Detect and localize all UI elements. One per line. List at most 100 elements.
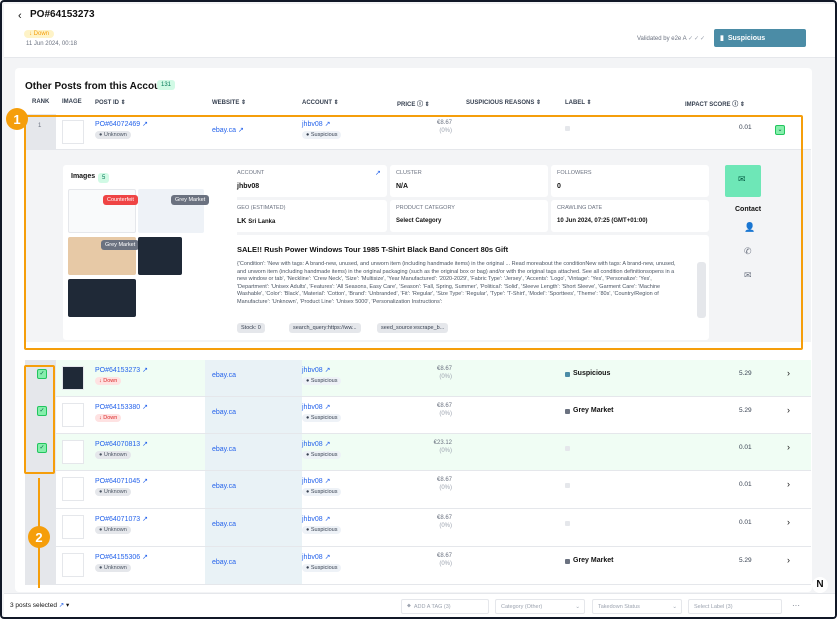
account-badge: ● Suspicious bbox=[302, 377, 342, 385]
label-select[interactable]: Select Label (3) bbox=[688, 599, 782, 614]
website-link[interactable]: ebay.ca bbox=[212, 446, 236, 453]
chevron-right-icon[interactable]: › bbox=[787, 517, 790, 527]
page-title: PO#64153273 bbox=[30, 9, 95, 20]
table-row[interactable]: ✓ PO#64070813 ↗ ● Unknown ebay.ca jhbv08… bbox=[25, 434, 811, 471]
website-link[interactable]: ebay.ca bbox=[212, 372, 236, 379]
account-link[interactable]: jhbv08 ↗ bbox=[302, 403, 330, 411]
post-thumbnail[interactable] bbox=[62, 553, 84, 577]
col-rank: RANK bbox=[32, 99, 50, 105]
account-link[interactable]: jhbv08 ↗ bbox=[302, 366, 330, 374]
post-id-link[interactable]: PO#64071073 ↗ bbox=[95, 515, 148, 523]
col-website[interactable]: WEBSITE ⇕ bbox=[212, 99, 246, 106]
label-dot bbox=[565, 372, 570, 377]
col-suspicious-reasons[interactable]: SUSPICIOUS REASONS ⇕ bbox=[466, 99, 541, 106]
post-id-link[interactable]: PO#64071045 ↗ bbox=[95, 477, 148, 485]
status-badge: ● Unknown bbox=[95, 564, 131, 572]
price: €8.67 bbox=[436, 403, 452, 409]
impact-score: 5.29 bbox=[739, 407, 752, 414]
page-header: ‹ PO#64153273 ↓ Down 11 Jun 2024, 00:18 … bbox=[4, 4, 835, 58]
post-id-link[interactable]: PO#64155306 ↗ bbox=[95, 553, 148, 561]
account-badge: ● Suspicious bbox=[302, 451, 342, 459]
label-dot bbox=[565, 483, 570, 488]
status-badge: ↓ Down bbox=[95, 377, 122, 385]
more-icon[interactable]: ··· bbox=[792, 601, 800, 610]
suspicious-button[interactable]: ▮ Suspicious bbox=[714, 29, 806, 47]
impact-score: 5.29 bbox=[739, 557, 752, 564]
validated-text: Validated by e2e A ✓✓✓ bbox=[637, 36, 707, 42]
post-thumbnail[interactable] bbox=[62, 440, 84, 464]
annotation-box-2 bbox=[24, 365, 55, 474]
account-link[interactable]: jhbv08 ↗ bbox=[302, 477, 330, 485]
post-id-link[interactable]: PO#64070813 ↗ bbox=[95, 440, 148, 448]
post-id-link[interactable]: PO#64153380 ↗ bbox=[95, 403, 148, 411]
label-text: Grey Market bbox=[573, 407, 614, 414]
category-select[interactable]: Category (Other) ⌄ bbox=[495, 599, 585, 614]
website-link[interactable]: ebay.ca bbox=[212, 559, 236, 566]
price: €8.67 bbox=[436, 553, 452, 559]
post-date: 11 Jun 2024, 00:18 bbox=[26, 41, 77, 47]
table-row[interactable]: PO#64071073 ↗ ● Unknown ebay.ca jhbv08 ↗… bbox=[25, 509, 811, 547]
annotation-number-1: 1 bbox=[6, 108, 28, 130]
status-badge: ● Unknown bbox=[95, 451, 131, 459]
chevron-right-icon[interactable]: › bbox=[787, 479, 790, 489]
takedown-select[interactable]: Takedown Status ⌄ bbox=[592, 599, 682, 614]
col-label[interactable]: LABEL ⇕ bbox=[565, 99, 592, 106]
doc-icon: ▮ bbox=[720, 35, 724, 42]
account-badge: ● Suspicious bbox=[302, 564, 342, 572]
chevron-right-icon[interactable]: › bbox=[787, 555, 790, 565]
post-id-link[interactable]: PO#64153273 ↗ bbox=[95, 366, 148, 374]
col-post-id[interactable]: POST ID ⇕ bbox=[95, 99, 126, 106]
bulk-action-bar: 3 posts selected ↗ ▾ ⬥ ADD A TAG (3) Cat… bbox=[4, 593, 835, 617]
annotation-box-1 bbox=[24, 115, 803, 350]
chevron-right-icon[interactable]: › bbox=[787, 368, 790, 378]
impact-score: 0.01 bbox=[739, 444, 752, 451]
label-dot bbox=[565, 409, 570, 414]
account-badge: ● Suspicious bbox=[302, 414, 342, 422]
label-dot bbox=[565, 446, 570, 451]
impact-score: 5.29 bbox=[739, 370, 752, 377]
posts-count-badge: 131 bbox=[157, 80, 176, 90]
status-badge: ↓ Down bbox=[95, 414, 122, 422]
website-link[interactable]: ebay.ca bbox=[212, 409, 236, 416]
label-dot bbox=[565, 559, 570, 564]
account-link[interactable]: jhbv08 ↗ bbox=[302, 515, 330, 523]
account-link[interactable]: jhbv08 ↗ bbox=[302, 553, 330, 561]
price: €8.67 bbox=[436, 366, 452, 372]
chevron-right-icon[interactable]: › bbox=[787, 405, 790, 415]
col-account[interactable]: ACCOUNT ⇕ bbox=[302, 99, 339, 106]
add-tag-button[interactable]: ⬥ ADD A TAG (3) bbox=[401, 599, 489, 614]
post-thumbnail[interactable] bbox=[62, 366, 84, 390]
back-icon[interactable]: ‹ bbox=[18, 10, 22, 22]
selected-count[interactable]: 3 posts selected ↗ ▾ bbox=[10, 601, 69, 609]
status-badge: ● Unknown bbox=[95, 526, 131, 534]
price-pct: (0%) bbox=[439, 448, 452, 454]
col-image: IMAGE bbox=[62, 99, 82, 105]
table-row[interactable]: PO#64155306 ↗ ● Unknown ebay.ca jhbv08 ↗… bbox=[25, 547, 811, 585]
price-pct: (0%) bbox=[439, 411, 452, 417]
chevron-right-icon[interactable]: › bbox=[787, 442, 790, 452]
post-thumbnail[interactable] bbox=[62, 477, 84, 501]
price-pct: (0%) bbox=[439, 561, 452, 567]
table-row[interactable]: PO#64071045 ↗ ● Unknown ebay.ca jhbv08 ↗… bbox=[25, 471, 811, 509]
col-impact-score[interactable]: IMPACT SCORE ⓘ ⇕ bbox=[685, 99, 745, 108]
col-price[interactable]: PRICE ⓘ ⇕ bbox=[397, 99, 430, 108]
website-link[interactable]: ebay.ca bbox=[212, 521, 236, 528]
notion-icon[interactable]: N bbox=[812, 577, 828, 593]
post-thumbnail[interactable] bbox=[62, 515, 84, 539]
table-row[interactable]: ✓ PO#64153380 ↗ ↓ Down ebay.ca jhbv08 ↗ … bbox=[25, 397, 811, 434]
impact-score: 0.01 bbox=[739, 519, 752, 526]
label-text: Grey Market bbox=[573, 557, 614, 564]
app-frame: ‹ PO#64153273 ↓ Down 11 Jun 2024, 00:18 … bbox=[0, 0, 837, 619]
status-badge: ↓ Down bbox=[24, 30, 55, 38]
table-row[interactable]: ✓ PO#64153273 ↗ ↓ Down ebay.ca jhbv08 ↗ … bbox=[25, 360, 811, 397]
impact-score: 0.01 bbox=[739, 481, 752, 488]
status-badge: ● Unknown bbox=[95, 488, 131, 496]
price-pct: (0%) bbox=[439, 523, 452, 529]
account-badge: ● Suspicious bbox=[302, 488, 342, 496]
website-link[interactable]: ebay.ca bbox=[212, 483, 236, 490]
post-thumbnail[interactable] bbox=[62, 403, 84, 427]
annotation-number-2: 2 bbox=[28, 526, 50, 548]
price: €8.67 bbox=[436, 515, 452, 521]
price: €23.12 bbox=[433, 440, 452, 446]
account-link[interactable]: jhbv08 ↗ bbox=[302, 440, 330, 448]
